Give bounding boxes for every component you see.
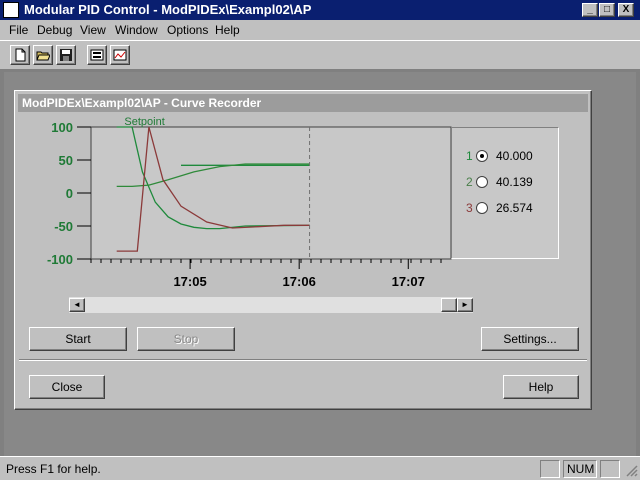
- y-tick-label: 50: [59, 153, 73, 168]
- stop-button[interactable]: Stop: [137, 327, 235, 351]
- help-button[interactable]: Help: [503, 375, 579, 399]
- resize-grip-icon[interactable]: [624, 463, 638, 477]
- window-title: Modular PID Control - ModPIDEx\Exampl02\…: [24, 2, 312, 17]
- panel-view-icon[interactable]: [87, 45, 107, 65]
- app-icon[interactable]: [3, 2, 19, 18]
- menu-bar: File Debug View Window Options Help: [0, 20, 640, 40]
- settings-button[interactable]: Settings...: [481, 327, 579, 351]
- scroll-right-arrow[interactable]: ►: [457, 298, 473, 312]
- legend-row-3: 3 26.574: [466, 200, 556, 216]
- setpoint-annotation: Setpoint: [124, 116, 164, 128]
- minimize-button[interactable]: _: [582, 3, 598, 17]
- open-folder-icon[interactable]: [33, 45, 53, 65]
- separator: [19, 359, 587, 361]
- scroll-thumb[interactable]: [441, 298, 457, 312]
- legend-radio-1[interactable]: [476, 150, 488, 162]
- menu-window[interactable]: Window: [115, 23, 158, 37]
- status-panel-scroll: [600, 460, 620, 478]
- status-bar: Press F1 for help. NUM: [0, 456, 640, 480]
- legend-number-1: 1: [466, 149, 473, 163]
- close-button[interactable]: Close: [29, 375, 105, 399]
- legend-row-2: 2 40.139: [466, 174, 556, 190]
- scroll-left-arrow[interactable]: ◄: [69, 298, 85, 312]
- y-tick-label: 0: [66, 186, 73, 201]
- curve-recorder-window: ModPIDEx\Exampl02\AP - Curve Recorder 10…: [14, 90, 592, 410]
- y-tick-label: -50: [54, 219, 73, 234]
- maximize-button[interactable]: □: [599, 3, 615, 17]
- title-bar[interactable]: Modular PID Control - ModPIDEx\Exampl02\…: [0, 0, 640, 20]
- menu-help[interactable]: Help: [215, 23, 240, 37]
- x-tick-label: 17:05: [173, 274, 206, 289]
- start-button[interactable]: Start: [29, 327, 127, 351]
- chart-plot-area: [90, 126, 452, 260]
- legend-radio-3[interactable]: [476, 202, 488, 214]
- legend-number-2: 2: [466, 175, 473, 189]
- chart-view-icon[interactable]: [110, 45, 130, 65]
- x-tick-label: 17:06: [283, 274, 316, 289]
- menu-view[interactable]: View: [80, 23, 106, 37]
- y-tick-label: -100: [47, 252, 73, 267]
- legend-number-3: 3: [466, 201, 473, 215]
- toolbar: [0, 40, 640, 70]
- x-tick-label: 17:07: [392, 274, 425, 289]
- status-panel-num: NUM: [563, 460, 597, 478]
- menu-options[interactable]: Options: [167, 23, 208, 37]
- save-disk-icon[interactable]: [56, 45, 76, 65]
- legend-value-2: 40.139: [496, 175, 533, 189]
- menu-file[interactable]: File: [9, 23, 28, 37]
- legend-value-3: 26.574: [496, 201, 533, 215]
- y-tick-label: 100: [51, 120, 73, 135]
- status-text: Press F1 for help.: [6, 462, 101, 476]
- legend-panel: 1 40.000 2 40.139 3 26.574: [451, 127, 559, 259]
- time-scrollbar[interactable]: ◄ ►: [69, 297, 473, 313]
- status-panel-caps: [540, 460, 560, 478]
- legend-row-1: 1 40.000: [466, 148, 556, 164]
- menu-debug[interactable]: Debug: [37, 23, 72, 37]
- new-document-icon[interactable]: [10, 45, 30, 65]
- legend-value-1: 40.000: [496, 149, 533, 163]
- close-window-button[interactable]: X: [618, 3, 634, 17]
- legend-radio-2[interactable]: [476, 176, 488, 188]
